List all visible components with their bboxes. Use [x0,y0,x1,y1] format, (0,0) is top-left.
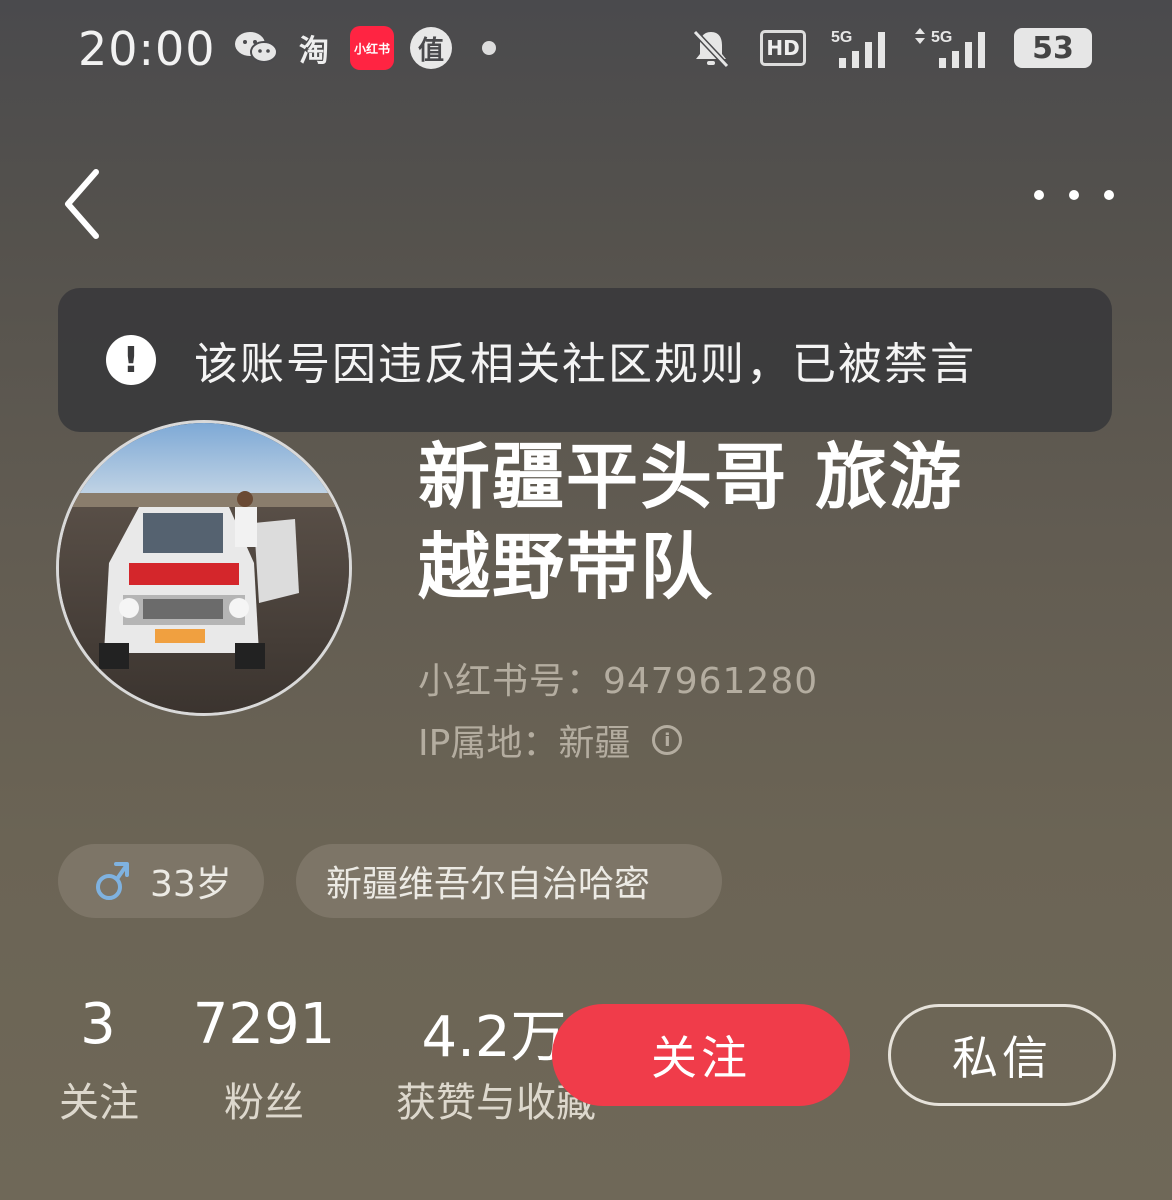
ban-notice-banner: ! 该账号因违反相关社区规则，已被禁言 [58,288,1112,432]
status-bar: 20:00 淘 小红书 值 HD 5G 5G 53 [0,0,1172,100]
signal-1-label: 5G [831,29,852,46]
ip-location: IP属地：新疆 i [418,714,683,766]
zhi-icon: 值 [410,27,452,69]
more-dot [1034,190,1044,200]
likes-count[interactable]: 4.2万 [414,992,574,1073]
ip-location-text: IP属地：新疆 [418,723,631,764]
info-icon[interactable]: i [652,725,683,755]
status-time: 20:00 [78,22,216,76]
hd-icon: HD [752,28,814,68]
signal-5g-icon: 5G [830,28,900,68]
signal-5g-icon: 5G [910,28,1000,68]
battery-icon: 53 [1014,28,1092,68]
profile-nickname: 新疆平头哥 旅游越野带队 [418,435,964,609]
back-button[interactable] [58,164,108,244]
xhs-id: 小红书号：947961280 [418,661,819,702]
mute-bell-icon [688,28,734,69]
notification-dot [482,41,496,55]
more-button[interactable] [1034,178,1114,212]
following-count[interactable]: 3 [58,992,138,1057]
avatar-photo [59,423,349,713]
followers-count[interactable]: 7291 [192,992,336,1057]
location-text: 新疆维吾尔自治哈密 [326,864,651,905]
more-dot [1104,190,1114,200]
signal-2-label: 5G [931,29,952,46]
avatar[interactable] [56,420,352,716]
message-button[interactable]: 私信 [888,1004,1116,1106]
followers-label[interactable]: 粉丝 [214,1070,314,1128]
chevron-left-icon [65,169,99,239]
wechat-icon [234,28,278,68]
age-text: 33岁 [150,864,232,905]
xiaohongshu-icon: 小红书 [350,26,394,70]
age-tag: 33岁 [58,844,264,918]
taobao-icon: 淘 [299,34,329,69]
location-tag: 新疆维吾尔自治哈密 [296,844,722,918]
alert-icon: ! [106,335,156,385]
ban-notice-text: 该账号因违反相关社区规则，已被禁言 [194,339,976,390]
male-icon [96,862,129,900]
following-label[interactable]: 关注 [54,1070,144,1128]
hd-label: HD [760,30,806,66]
follow-button[interactable]: 关注 [552,1004,850,1106]
more-dot [1069,190,1079,200]
